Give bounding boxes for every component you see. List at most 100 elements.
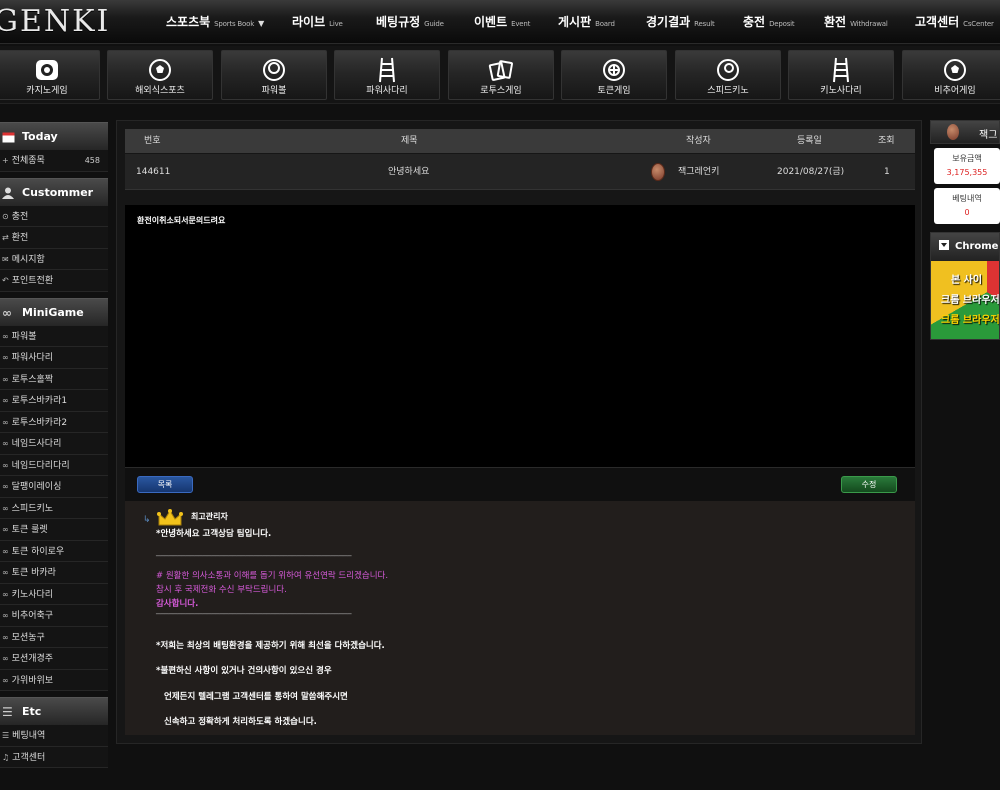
reply-arrow-icon: ↳	[143, 515, 151, 525]
balance-label: 보유금액	[952, 154, 982, 163]
reply-line: *안녕하세요 고객상담 팀입니다.	[156, 529, 272, 539]
banner-line: 크롬 브라우저	[941, 295, 1000, 306]
sidebar-item-token-roulette[interactable]: ∞ 토큰 룰렛	[0, 519, 108, 541]
header-author: 작성자	[686, 136, 711, 146]
nav-live[interactable]: 라이브 Live	[292, 13, 343, 30]
gamepad-icon: ∞	[2, 374, 9, 384]
sidebar-item-powerball[interactable]: ∞ 파워볼	[0, 325, 108, 347]
game-token[interactable]: 토큰게임	[561, 50, 667, 100]
bet-history-count: 0	[964, 208, 970, 217]
game-virtual[interactable]: 비추어게임	[902, 50, 1000, 100]
top-nav-bar: GENKI 스포츠북 Sports Book ▼ 라이브 Live 베팅규정 Guide…	[0, 0, 1000, 44]
list-icon: ☰	[2, 731, 10, 740]
balance-value: 3,175,355	[946, 168, 988, 177]
sidebar-item-deposit[interactable]: ⊙ 충전	[0, 205, 108, 227]
post-author[interactable]: 잭그레언키	[678, 154, 719, 190]
gamepad-icon: ∞	[2, 439, 9, 448]
sidebar-item-point-convert[interactable]: ↶ 포인트전환	[0, 270, 108, 292]
gamepad-icon: ∞	[2, 503, 9, 513]
casino-chip-icon	[0, 55, 99, 83]
gamepad-icon: ∞	[2, 654, 9, 663]
game-speed-keno[interactable]: 스피드키노	[675, 50, 781, 100]
sidebar-item-cscenter[interactable]: ♫ 고객센터	[0, 746, 108, 768]
list-button[interactable]: 목록	[137, 476, 193, 493]
headset-icon: ♫	[2, 752, 10, 762]
reply-line: 신속하고 정확하게 처리하도록 하겠습니다.	[164, 717, 317, 727]
sidebar-heading-minigame: ∞ MiniGame	[0, 297, 108, 326]
sidebar-heading-etc: ☰ Etc	[0, 697, 108, 725]
game-overseas-sports[interactable]: 해외식스포츠	[107, 50, 213, 100]
sidebar-item-named-ladder[interactable]: ∞ 네임드사다리	[0, 433, 108, 455]
gamepad-icon: ∞	[2, 331, 9, 341]
table-row: 144611 안녕하세요 잭그레언키 2021/08/27(금) 1	[125, 154, 915, 190]
sidebar-item-all-sports[interactable]: + 전체종목 458	[0, 150, 108, 172]
sidebar-item-token-baccarat[interactable]: ∞ 토큰 바카라	[0, 562, 108, 584]
nav-withdrawal[interactable]: 환전 Withdrawal	[824, 13, 888, 30]
sidebar-item-token-hilo[interactable]: ∞ 토큰 하이로우	[0, 540, 108, 562]
sidebar-item-lotus-oddeven[interactable]: ∞ 로투스홀짝	[0, 368, 108, 390]
game-strip: 카지노게임 해외식스포츠 파워볼 파워사다리 로투스게임 토큰게임 스피드키노 …	[0, 46, 1000, 104]
sidebar-item-motion-basketball[interactable]: ∞ 모션농구	[0, 626, 108, 648]
post-content: 환전이취소되서문의드려요	[125, 205, 915, 467]
avatar	[651, 163, 665, 181]
banner-line: 본 사이	[951, 275, 983, 286]
left-sidebar: Today Matches +전체종목458 Custommer ⊙충전 ⇄환전…	[0, 122, 108, 768]
gamepad-icon: ∞	[2, 417, 9, 427]
sidebar-item-power-ladder[interactable]: ∞ 파워사다리	[0, 347, 108, 369]
gamepad-icon: ⊙	[2, 211, 9, 221]
gamepad-icon: ∞	[2, 632, 9, 642]
gamepad-icon: ∞	[2, 396, 9, 405]
balance-box: 보유금액 3,175,355	[934, 148, 1000, 184]
sidebar-item-snail-racing[interactable]: ∞ 달팽이레이싱	[0, 476, 108, 498]
reply-line: 참시 후 국제전화 수신 부탁드립니다.	[156, 585, 287, 595]
sidebar-item-messages[interactable]: ✉ 메시지함	[0, 248, 108, 270]
board-view: 번호 제목 작성자 등록일 조회 144611 안녕하세요 잭그레언키 2021…	[116, 120, 922, 744]
gamepad-icon: ∞	[2, 568, 9, 577]
gamepad-icon: ∞	[2, 353, 9, 362]
game-power-ladder[interactable]: 파워사다리	[334, 50, 440, 100]
sidebar-item-rps[interactable]: ∞ 가위바위보	[0, 669, 108, 691]
game-lotus[interactable]: 로투스게임	[448, 50, 554, 100]
cards-icon	[449, 55, 553, 83]
sidebar-item-speed-keno[interactable]: ∞ 스피드키노	[0, 497, 108, 519]
nav-deposit[interactable]: 충전 Deposit	[743, 13, 795, 30]
nav-cscenter[interactable]: 고객센터 CsCenter	[915, 13, 994, 30]
undo-icon: ↶	[2, 276, 9, 285]
sidebar-heading-customer: Custommer	[0, 177, 108, 206]
bet-history-label: 베팅내역	[952, 194, 982, 203]
reply-divider: ________________________________________…	[156, 547, 352, 557]
sidebar-item-keno-ladder[interactable]: ∞ 키노사다리	[0, 583, 108, 605]
nav-board[interactable]: 게시판 Board	[558, 13, 615, 30]
sidebar-item-motion-dograce[interactable]: ∞ 모션개경주	[0, 648, 108, 670]
bet-history-box[interactable]: 베팅내역 0	[934, 188, 1000, 224]
sidebar-item-virtual-soccer[interactable]: ∞ 비추어축구	[0, 605, 108, 627]
nav-sports-book[interactable]: 스포츠북 Sports Book ▼	[166, 13, 264, 30]
header-title: 제목	[401, 136, 418, 146]
reply-line: 언제든지 텔레그램 고객센터를 통하여 말씀해주시면	[164, 692, 348, 702]
gamepad-icon: ∞	[2, 460, 9, 470]
edit-button[interactable]: 수정	[841, 476, 897, 493]
reply-divider: ________________________________________…	[156, 605, 352, 615]
game-keno-ladder[interactable]: 키노사다리	[788, 50, 894, 100]
sidebar-item-lotus-baccarat1[interactable]: ∞ 로투스바카라1	[0, 390, 108, 412]
gamepad-icon: ∞	[2, 546, 9, 556]
nav-result[interactable]: 경기결과 Result	[646, 13, 715, 30]
sidebar-item-withdraw[interactable]: ⇄ 환전	[0, 227, 108, 249]
plus-icon: +	[2, 156, 9, 165]
sidebar-item-lotus-baccarat2[interactable]: ∞ 로투스바카라2	[0, 411, 108, 433]
chrome-banner[interactable]: 본 사이 크롬 브라우저 크롬 브라우저	[931, 261, 1000, 339]
menu-icon: ☰	[2, 705, 13, 719]
sidebar-item-bet-history[interactable]: ☰ 베팅내역	[0, 725, 108, 747]
post-title: 안녕하세요	[388, 167, 430, 177]
banner-line: 크롬 브라우저	[941, 315, 1000, 326]
site-logo[interactable]: GENKI	[0, 4, 110, 39]
sidebar-item-named-daridari[interactable]: ∞ 네임드다리다리	[0, 454, 108, 476]
game-powerball[interactable]: 파워볼	[221, 50, 327, 100]
post-views: 1	[884, 167, 890, 177]
game-casino[interactable]: 카지노게임	[0, 50, 100, 100]
avatar	[947, 124, 959, 140]
nav-event[interactable]: 이벤트 Event	[474, 13, 530, 30]
ladder-icon	[789, 55, 893, 83]
nav-guide[interactable]: 베팅규정 Guide	[376, 13, 444, 30]
page-root: { "logo": "GENKI", "nav": [ {"label": "스…	[0, 0, 1000, 790]
